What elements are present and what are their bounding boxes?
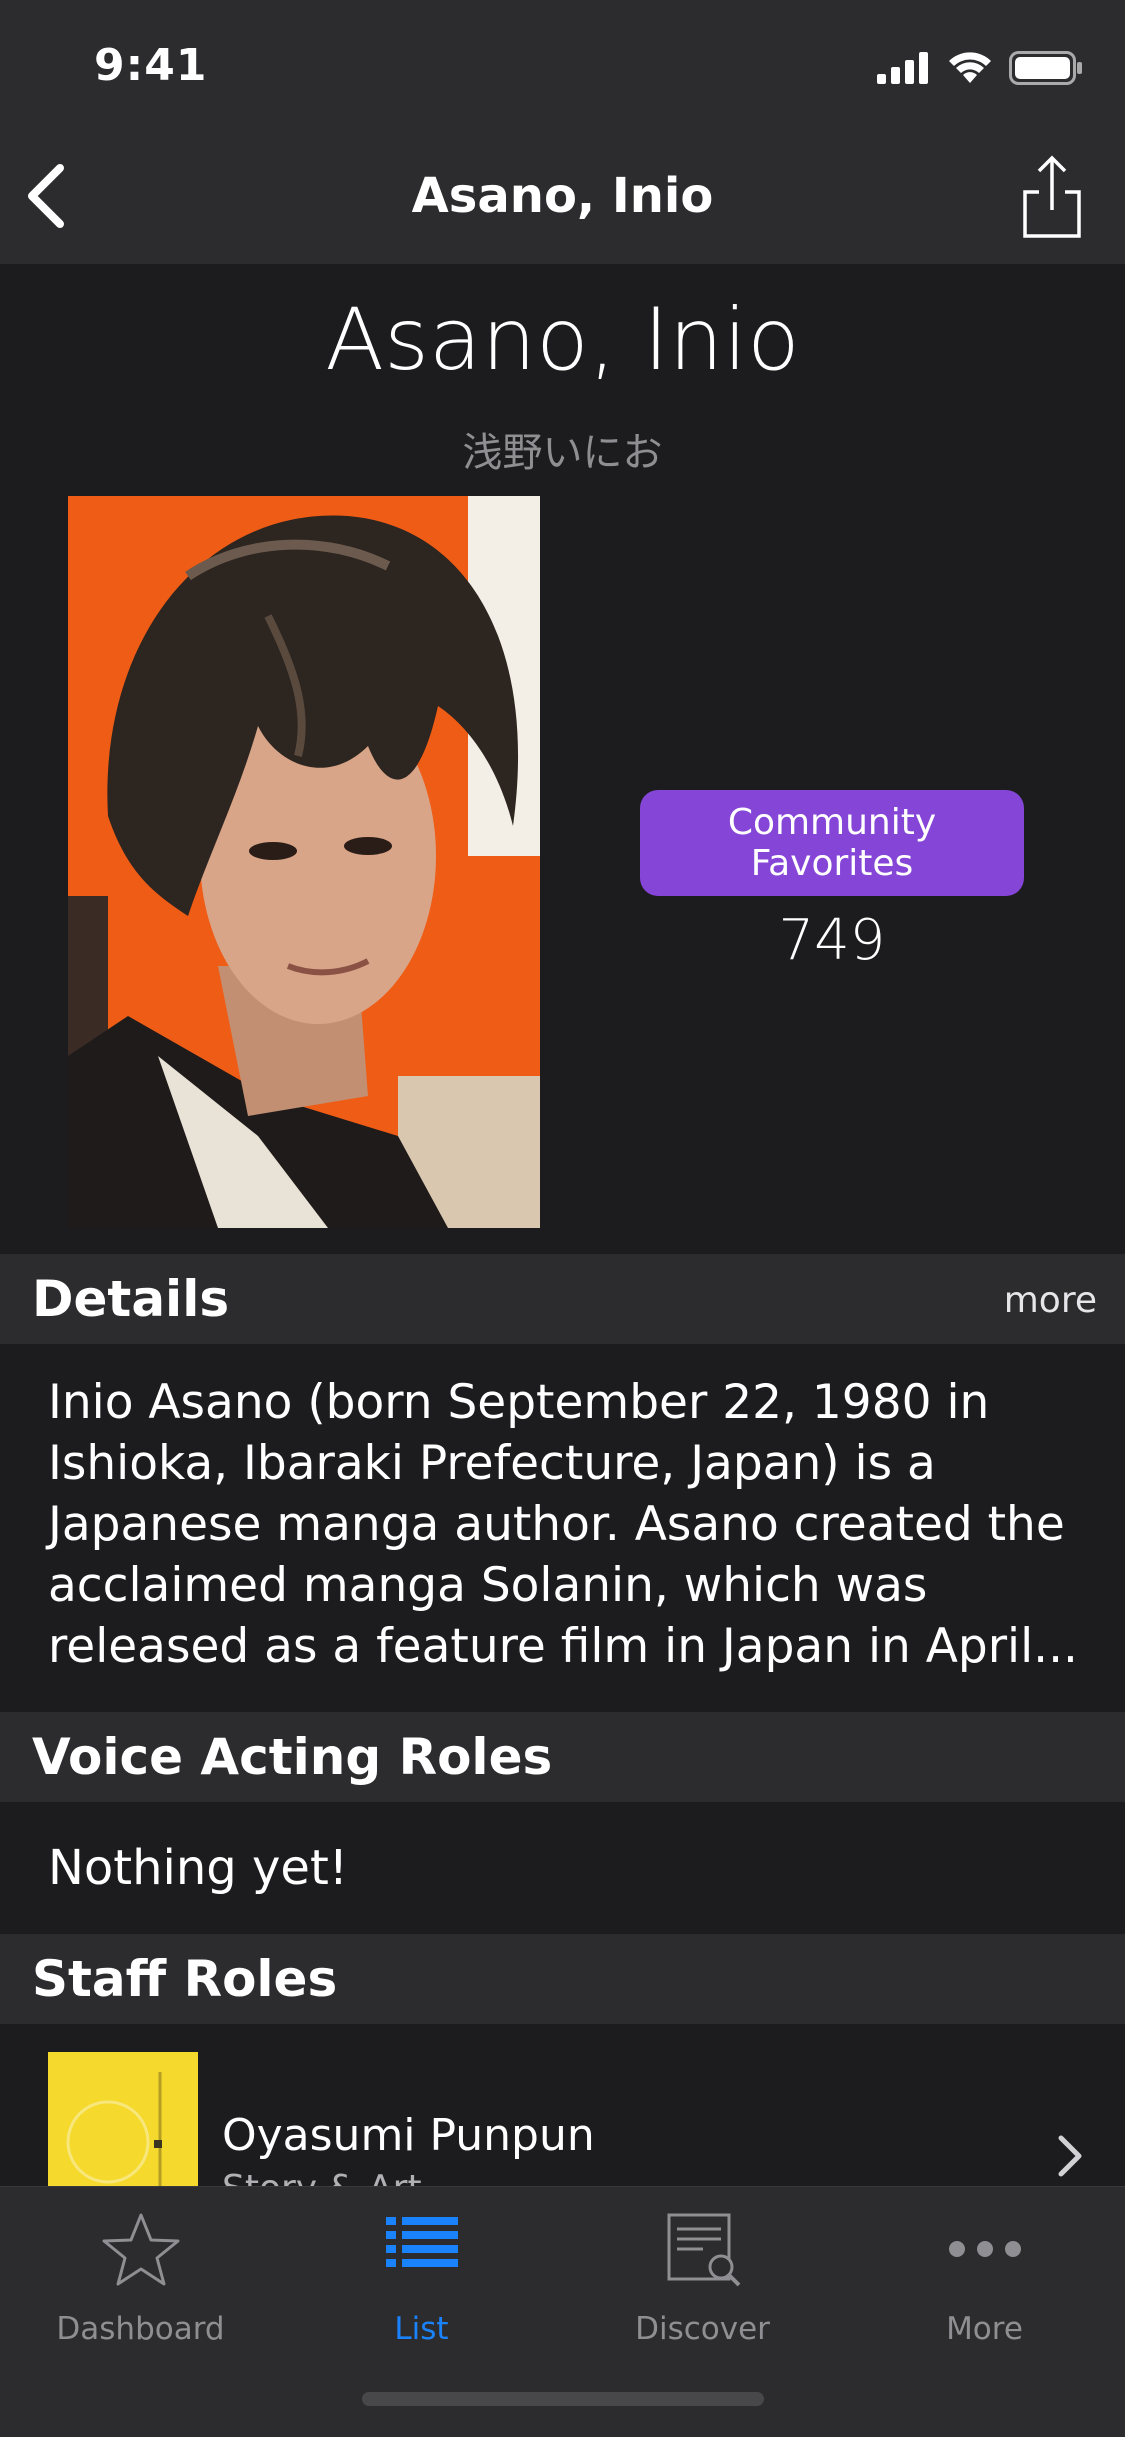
staff-role-subtitle: Story & Art	[222, 2168, 422, 2186]
tab-more[interactable]: More	[844, 2187, 1125, 2347]
staff-role-cover	[48, 2052, 198, 2186]
staff-role-item[interactable]: Oyasumi Punpun Story & Art	[0, 2024, 1125, 2186]
tab-discover-label: Discover	[635, 2311, 770, 2347]
home-indicator	[362, 2392, 764, 2406]
voice-acting-section-header: Voice Acting Roles	[0, 1712, 1125, 1802]
share-button[interactable]	[1019, 154, 1085, 240]
tab-more-label: More	[946, 2311, 1023, 2347]
person-portrait	[68, 496, 540, 1228]
tab-dashboard[interactable]: Dashboard	[0, 2187, 281, 2347]
staff-section-header: Staff Roles	[0, 1934, 1125, 2024]
staff-role-title: Oyasumi Punpun	[222, 2110, 595, 2161]
share-icon	[1023, 155, 1081, 238]
discover-icon	[667, 2213, 740, 2287]
staff-title: Staff Roles	[32, 1950, 338, 2008]
tab-discover[interactable]: Discover	[562, 2187, 843, 2347]
cellular-signal-icon	[877, 52, 928, 84]
voice-acting-title: Voice Acting Roles	[32, 1728, 553, 1786]
status-icons	[877, 48, 1083, 88]
favorites-block: Community Favorites 749	[640, 790, 1024, 973]
person-name: Asano, Inio	[325, 290, 800, 390]
wifi-icon	[949, 52, 991, 83]
favorites-count: 749	[778, 908, 886, 973]
details-more-button[interactable]: more	[1004, 1280, 1097, 1321]
nav-title: Asano, Inio	[411, 168, 714, 224]
voice-acting-empty: Nothing yet!	[48, 1840, 348, 1896]
details-text: Inio Asano (born September 22, 1980 in I…	[48, 1375, 1078, 1674]
details-section-header: Details more	[0, 1254, 1125, 1344]
chevron-right-icon	[1058, 2135, 1082, 2177]
list-icon	[385, 2217, 458, 2267]
details-title: Details	[32, 1270, 230, 1328]
status-time: 9:41	[94, 40, 208, 91]
navigation-bar: 9:41 Asano, Inio	[0, 0, 1125, 264]
battery-icon	[1009, 51, 1082, 85]
person-native-name: 浅野いにお	[462, 430, 663, 476]
tab-list[interactable]: List	[281, 2187, 562, 2347]
star-icon	[102, 2213, 179, 2286]
favorites-badge: Community Favorites	[640, 790, 1024, 896]
more-icon	[948, 2241, 1021, 2257]
tab-dashboard-label: Dashboard	[56, 2311, 225, 2347]
tab-list-label: List	[394, 2311, 449, 2347]
